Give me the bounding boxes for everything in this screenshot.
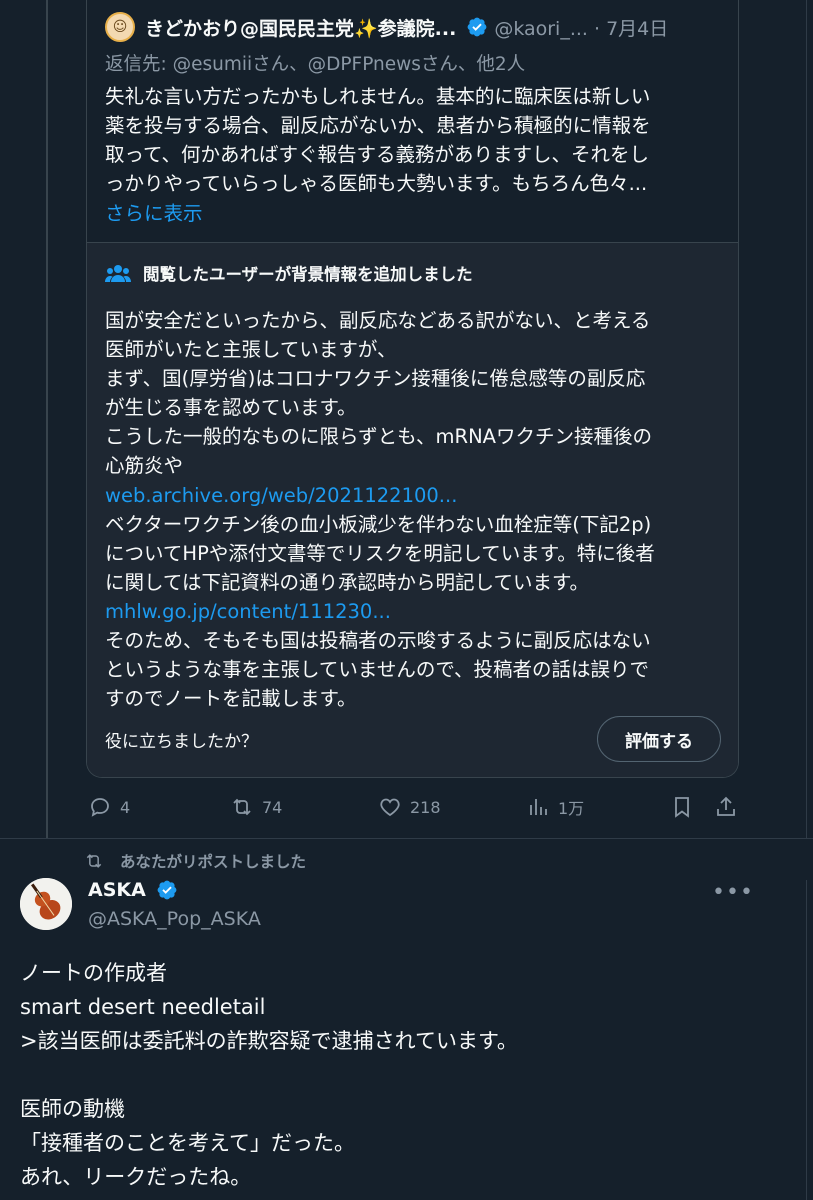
quoted-post-header: ☺ きどかおり@国民民主党✨参議院... @kaori_... · 7月4日 [105,10,725,44]
post-actions: 4 74 218 1万 [86,795,746,825]
share-icon [717,796,735,816]
author-handle-date[interactable]: @kaori_... · 7月4日 [494,14,668,41]
verified-badge-icon [466,16,488,38]
author-name-text[interactable]: ASKA [88,879,146,901]
community-note-title: 閲覧したユーザーが背景情報を追加しました [143,265,473,284]
community-note-header: 閲覧したユーザーが背景情報を追加しました [105,261,473,285]
repost-icon [233,798,251,816]
people-icon [105,265,131,282]
views-button[interactable]: 1万 [526,795,584,819]
author-handle[interactable]: @ASKA_Pop_ASKA [88,908,261,930]
bookmark-icon [675,797,689,818]
views-chart-icon [530,799,547,815]
post-text: ノートの作成者 smart desert needletail >該当医師は委託… [20,961,518,1189]
community-note-text: 国が安全だといったから、副反応などある訳がない、と考える 医師がいたと主張してい… [105,306,725,713]
show-more-link[interactable]: さらに表示 [105,197,203,226]
reply-to[interactable]: 返信先: @esumiiさん、@DPFPnewsさん、他2人 [105,50,525,76]
helpful-prompt: 役に立ちましたか？ [105,732,258,752]
column-divider [806,0,807,838]
note-paragraph: ベクターワクチン後の血小板減少を伴わない血栓症等(下記2p) についてHPや添付… [105,512,655,594]
repost-banner: あなたがリポストしました [84,850,306,872]
author-name[interactable]: ASKA [88,879,184,901]
repost-button[interactable]: 74 [230,795,282,819]
author-name[interactable]: きどかおり@国民民主党✨参議院... [145,14,456,41]
like-button[interactable]: 218 [378,795,441,819]
note-paragraph: 国が安全だといったから、副反応などある訳がない、と考える 医師がいたと主張してい… [105,309,652,478]
repost-banner-text: あなたがリポストしました [120,853,307,871]
reply-icon [91,798,109,817]
like-count: 218 [410,797,441,817]
more-options-icon[interactable]: ••• [712,880,754,905]
verified-badge-icon [156,879,178,901]
thread-line [46,0,48,838]
rate-button[interactable]: 評価する [597,716,721,762]
share-button[interactable] [714,795,746,819]
column-divider [806,880,807,1200]
note-source-link[interactable]: mhlw.go.jp/content/111230... [105,597,725,626]
note-paragraph: そのため、そもそも国は投稿者の示唆するように副反応はない というような事を主張し… [105,629,651,711]
post-divider [0,838,813,839]
note-source-link[interactable]: web.archive.org/web/2021122100... [105,481,725,510]
violin-avatar-icon [20,878,72,930]
view-count: 1万 [558,799,585,818]
avatar[interactable] [20,878,72,930]
heart-icon [380,798,400,817]
post-text: 失礼な言い方だったかもしれません。基本的に臨床医は新しい 薬を投与する場合、副反… [105,85,651,195]
bookmark-button[interactable] [670,795,702,819]
community-note: 閲覧したユーザーが背景情報を追加しました 国が安全だといったから、副反応などある… [87,242,738,777]
repost-icon [86,854,102,868]
reply-count: 4 [120,797,131,817]
repost-count: 74 [262,797,283,817]
quoted-post[interactable]: ☺ きどかおり@国民民主党✨参議院... @kaori_... · 7月4日 返… [86,0,739,778]
avatar[interactable]: ☺ [105,12,135,42]
reply-button[interactable]: 4 [88,795,130,819]
